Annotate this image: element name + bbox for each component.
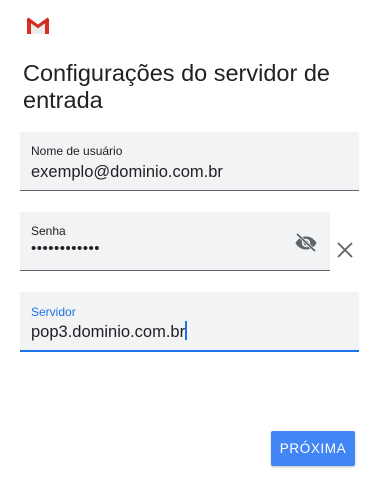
server-input[interactable]: pop3.dominio.com.br bbox=[31, 323, 185, 341]
password-label: Senha bbox=[31, 224, 66, 238]
password-input[interactable]: •••••••••••• bbox=[31, 240, 100, 257]
server-field[interactable]: Servidor pop3.dominio.com.br bbox=[20, 292, 359, 352]
text-cursor bbox=[185, 321, 188, 340]
visibility-off-icon[interactable] bbox=[294, 232, 318, 252]
server-input-wrapper[interactable]: pop3.dominio.com.br bbox=[31, 321, 188, 342]
next-button[interactable]: PRÓXIMA bbox=[271, 431, 355, 466]
username-label: Nome de usuário bbox=[31, 144, 123, 158]
username-field[interactable]: Nome de usuário exemplo@dominio.com.br bbox=[20, 132, 359, 191]
close-icon[interactable] bbox=[335, 240, 355, 260]
server-label: Servidor bbox=[31, 305, 76, 319]
password-field[interactable]: Senha •••••••••••• bbox=[20, 212, 330, 271]
username-input[interactable]: exemplo@dominio.com.br bbox=[31, 163, 223, 182]
page-title: Configurações do servidor de entrada bbox=[23, 60, 330, 113]
gmail-icon bbox=[27, 17, 49, 34]
incoming-server-settings-screen: Configurações do servidor de entrada Nom… bbox=[0, 0, 378, 486]
